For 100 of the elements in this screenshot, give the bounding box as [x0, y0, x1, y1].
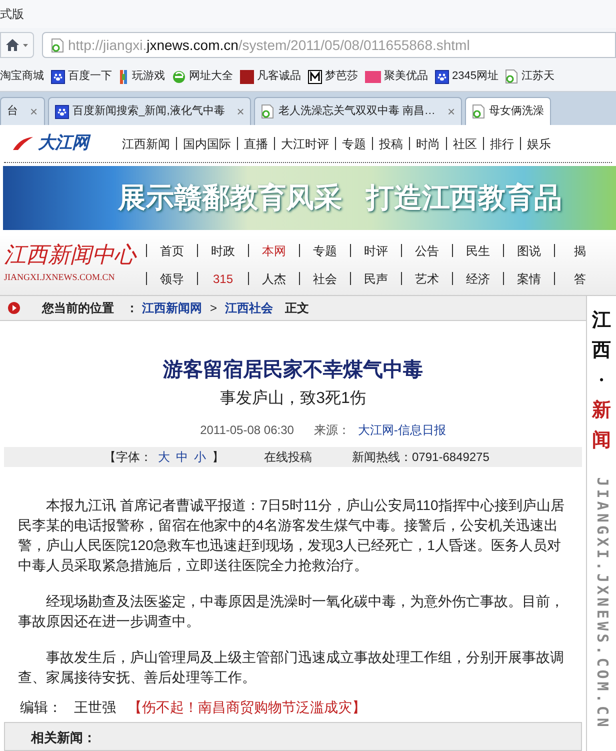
nav-link[interactable]: 图说: [504, 242, 554, 260]
publish-date: 2011-05-08 06:30: [200, 422, 294, 440]
font-size-link[interactable]: 小: [194, 448, 206, 466]
sidebar-character: 新: [592, 398, 611, 423]
home-button[interactable]: [0, 32, 34, 58]
breadcrumb-separator: ：: [126, 300, 138, 318]
nav-link[interactable]: 大江时评: [281, 134, 329, 152]
nav-link[interactable]: 艺术: [402, 270, 452, 288]
sidebar-character: 西: [592, 339, 611, 363]
breadcrumb-arrow: >: [210, 300, 218, 318]
bookmark-link[interactable]: 百度一下: [51, 68, 112, 85]
nav-link[interactable]: 排行: [490, 134, 514, 152]
nav-link[interactable]: 时评: [351, 242, 401, 260]
nav-link[interactable]: 娱乐: [527, 134, 551, 152]
breadcrumb-link[interactable]: 江西新闻网: [142, 299, 202, 318]
article-title: 游客留宿居民家不幸煤气中毒: [162, 358, 424, 384]
bookmark-link[interactable]: 玩游戏: [119, 68, 165, 85]
editor-label: 编辑：: [20, 698, 62, 717]
promo-link[interactable]: 【伤不起！南昌商贸购物节泛滥成灾】: [128, 697, 366, 718]
sidebar-character: 江: [592, 309, 611, 333]
nav-link[interactable]: 公告: [402, 242, 452, 260]
breadcrumb-current: 正文: [285, 300, 310, 318]
seal-icon: [240, 70, 254, 84]
nav-link[interactable]: 江西新闻: [122, 134, 170, 152]
article-paragraph: 本报九江讯 首席记者曹诚平报道：7日5时11分，庐山公安局110指挥中心接到庐山居民李某的电话报警称，留宿在他家中的4名游客发生煤气中毒。接警后，公安机关迅速出警，庐山人民医院120急救车也迅速赶到现场，发现3人已经死亡，1人昏迷。医务人员对中毒人员采取紧急措施后，立即送往医院全力抢救治疗。: [18, 496, 566, 575]
tab-close-icon[interactable]: ×: [236, 102, 244, 122]
font-size-label: 【字体：: [104, 449, 152, 466]
home-icon: [6, 39, 19, 51]
nav-link[interactable]: 揭: [555, 242, 605, 260]
browser-tab[interactable]: 台 ×: [0, 97, 45, 125]
e-logo-icon: [172, 70, 186, 84]
window-title: 式版: [0, 6, 24, 23]
sidebar-character: 闻: [592, 429, 611, 453]
bookmark-link[interactable]: 网址大全: [172, 68, 233, 85]
nav-link[interactable]: 投稿: [379, 134, 403, 152]
news-center-domain: JIANGXI.JXNEWS.COM.CN: [4, 270, 116, 284]
breadcrumb-link[interactable]: 江西社会: [225, 299, 274, 318]
sidebar-domain: JIANGXI.JXNEWS.COM.CN: [592, 477, 612, 732]
page-icon: [472, 104, 486, 119]
m-logo-icon: [308, 70, 322, 84]
article-paragraph: 事故发生后，庐山管理局及上级主管部门迅速成立事故处理工作组，分别开展事故调查、家属接待安抚、善后处理等工作。: [18, 648, 565, 687]
bookmark-link[interactable]: 梦芭莎: [308, 68, 358, 85]
tab-title: 老人洗澡忘关气双双中毒 南昌…: [278, 104, 436, 120]
nav-link[interactable]: 315: [198, 270, 248, 288]
editor-name: 王世强: [74, 698, 116, 717]
bookmark-link[interactable]: 凡客诚品: [240, 68, 301, 85]
nav-link[interactable]: 首页: [147, 242, 197, 260]
paw-icon: [435, 70, 449, 84]
browser-tab[interactable]: 老人洗澡忘关气双双中毒 南昌… ×: [254, 97, 462, 125]
nav-link[interactable]: 时尚: [416, 134, 440, 152]
related-news-heading: 相关新闻：: [31, 730, 96, 745]
paw-icon: [54, 104, 69, 118]
site-logo[interactable]: 大江网: [38, 130, 89, 156]
banner-slogan: 打造江西教育品: [366, 181, 562, 215]
source-link[interactable]: 大江网-信息日报: [358, 421, 446, 440]
source-label: 来源：: [314, 422, 350, 440]
play-icon: [8, 302, 20, 314]
browser-tab[interactable]: 母女俩洗澡: [465, 97, 552, 125]
submit-link[interactable]: 在线投稿: [264, 448, 312, 466]
tab-close-icon[interactable]: ×: [30, 102, 38, 122]
address-field[interactable]: http://jiangxi.jxnews.com.cn/system/2011/05/08/011655868.shtml: [42, 32, 616, 58]
news-center-logo[interactable]: 江西新闻中心: [4, 244, 146, 267]
hotline-text: 新闻热线：0791-6849275: [352, 449, 490, 466]
nav-link[interactable]: 社会: [300, 270, 350, 288]
nav-link[interactable]: 民生: [453, 242, 503, 260]
font-size-bracket: 】: [212, 449, 224, 466]
bookmark-link[interactable]: 江苏天: [505, 68, 554, 85]
url-text: http://jiangxi.jxnews.com.cn/system/2011/05/08/011655868.shtml: [68, 36, 470, 55]
nav-link[interactable]: 人杰: [249, 270, 299, 288]
nav-link[interactable]: 答: [555, 270, 605, 288]
nav-link[interactable]: 专题: [342, 134, 366, 152]
nav-link[interactable]: 专题: [300, 242, 350, 260]
font-size-link[interactable]: 大: [158, 448, 170, 466]
sidebar-character: ·: [598, 369, 605, 393]
logo-icon: [365, 70, 381, 82]
tab-title: 百度新闻搜索_新闻,液化气中毒: [72, 104, 225, 120]
caret-icon: [23, 44, 28, 46]
nav-link[interactable]: 领导: [147, 270, 197, 288]
nav-link[interactable]: 案情: [504, 270, 554, 288]
nav-link[interactable]: 本网: [249, 242, 299, 260]
article-paragraph: 经现场勘查及法医鉴定，中毒原因是洗澡时一氧化碳中毒，为意外伤亡事故。目前，事故原因还在进一步调查中。: [18, 592, 565, 631]
nav-link[interactable]: 社区: [453, 134, 477, 152]
nav-link[interactable]: 国内国际: [183, 134, 231, 152]
wing-logo-icon: [12, 136, 34, 152]
bookmark-link[interactable]: 淘宝商城: [0, 68, 44, 85]
tab-title: 台: [7, 104, 18, 120]
page-icon: [505, 69, 518, 84]
bookmark-link[interactable]: 聚美优品: [365, 68, 428, 85]
article-subtitle: 事发庐山，致3死1伤: [219, 388, 367, 410]
nav-link[interactable]: 时政: [198, 242, 248, 260]
bookmark-link[interactable]: 2345网址: [435, 68, 498, 85]
nav-link[interactable]: 民声: [351, 270, 401, 288]
banner-slogan: 展示赣鄱教育风采: [118, 181, 342, 215]
browser-tab[interactable]: 百度新闻搜索_新闻,液化气中毒 ×: [48, 97, 252, 125]
tab-close-icon[interactable]: ×: [447, 102, 456, 122]
font-size-link[interactable]: 中: [176, 448, 188, 466]
nav-link[interactable]: 直播: [244, 134, 268, 152]
game-icon: [119, 68, 129, 84]
page-icon: [51, 38, 64, 52]
nav-link[interactable]: 经济: [453, 270, 503, 288]
